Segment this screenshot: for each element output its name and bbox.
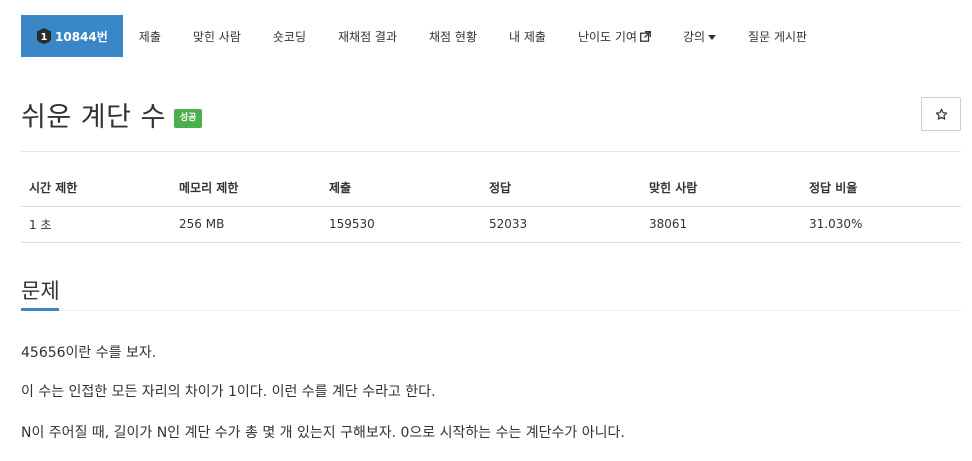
tab-my-submissions-label: 내 제출 [509, 29, 546, 44]
star-icon [935, 108, 947, 120]
tab-lecture-label: 강의 [682, 29, 706, 44]
section-title: 문제 [21, 279, 60, 303]
tab-submit[interactable]: 제출 [123, 15, 177, 57]
tab-question-board-label: 질문 게시판 [748, 29, 808, 44]
problem-header: 쉬운 계단 수 성공 [21, 95, 203, 134]
time-limit-value: 1 초 [21, 206, 171, 243]
tab-question-board[interactable]: 질문 게시판 [732, 15, 823, 57]
header-accepted: 정답 [481, 170, 641, 207]
tier-icon: 1 [36, 27, 52, 45]
header-solvers: 맞힌 사람 [641, 170, 801, 207]
tab-lecture-dropdown[interactable]: 강의 [667, 15, 732, 57]
header-time-limit: 시간 제한 [21, 170, 171, 207]
tab-problem-label: 10844번 [55, 29, 108, 44]
table-row: 1 초 256 MB 159530 52033 38061 31.030% [21, 206, 961, 243]
tab-difficulty-contribution[interactable]: 난이도 기여 [562, 15, 667, 57]
submissions-value: 159530 [321, 206, 481, 243]
description-paragraph: N이 주어질 때, 길이가 N인 계단 수가 총 몇 개 있는지 구해보자. 0… [21, 425, 625, 441]
tab-solvers-label: 맞힌 사람 [192, 29, 241, 44]
tab-short-coding-label: 숏코딩 [272, 29, 306, 44]
favorite-button[interactable] [921, 97, 961, 131]
header-submissions: 제출 [321, 170, 481, 207]
problem-nav: 1 10844번 제출 맞힌 사람 숏코딩 재채점 결과 채점 현황 내 제출 … [21, 15, 961, 57]
solvers-value: 38061 [641, 206, 801, 243]
header-accept-ratio: 정답 비율 [801, 170, 961, 207]
header-memory-limit: 메모리 제한 [171, 170, 321, 207]
tab-rejudge-label: 재채점 결과 [338, 29, 398, 44]
description-paragraph: 45656이란 수를 보자. [21, 345, 157, 361]
description-paragraph: 이 수는 인접한 모든 자리의 차이가 1이다. 이런 수를 계단 수라고 한다… [21, 384, 436, 400]
tab-status-label: 채점 현황 [429, 29, 477, 44]
tab-rejudge[interactable]: 재채점 결과 [322, 15, 413, 57]
section-divider [21, 310, 961, 311]
accepted-value: 52033 [481, 206, 641, 243]
problem-title: 쉬운 계단 수 [21, 102, 166, 133]
tab-solvers[interactable]: 맞힌 사람 [177, 15, 257, 57]
accept-ratio-value: 31.030% [801, 206, 961, 243]
tab-difficulty-label: 난이도 기여 [577, 29, 637, 44]
problem-info-table: 시간 제한 메모리 제한 제출 정답 맞힌 사람 정답 비율 1 초 256 M… [21, 170, 961, 243]
header-divider [21, 151, 961, 152]
caret-down-icon [708, 34, 717, 40]
section-underline [21, 308, 59, 311]
tab-status[interactable]: 채점 현황 [413, 15, 493, 57]
status-badge: 성공 [173, 109, 203, 128]
svg-text:1: 1 [41, 32, 48, 43]
tab-submit-label: 제출 [138, 29, 161, 44]
tab-my-submissions[interactable]: 내 제출 [493, 15, 562, 57]
memory-limit-value: 256 MB [171, 206, 321, 243]
tab-short-coding[interactable]: 숏코딩 [257, 15, 322, 57]
table-header-row: 시간 제한 메모리 제한 제출 정답 맞힌 사람 정답 비율 [21, 170, 961, 207]
external-link-icon [640, 30, 651, 42]
tab-problem[interactable]: 1 10844번 [21, 15, 123, 57]
